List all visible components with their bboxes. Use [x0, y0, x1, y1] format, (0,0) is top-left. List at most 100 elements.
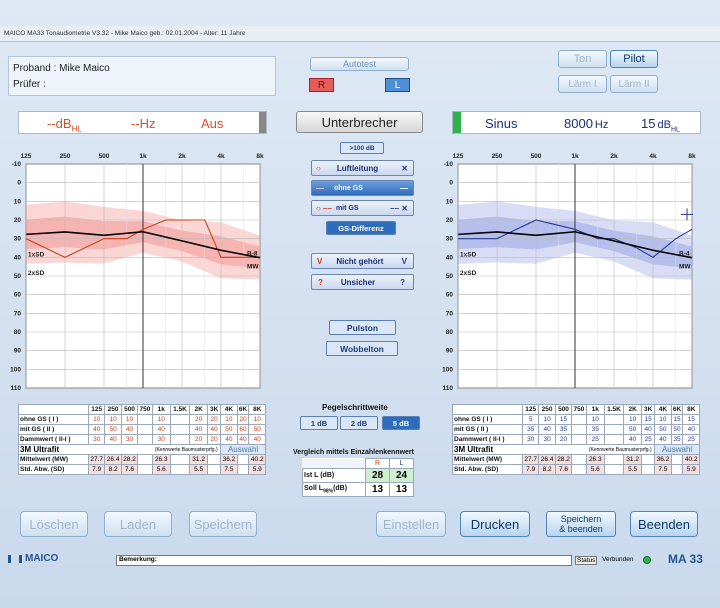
- loeschen-button[interactable]: Löschen: [20, 511, 88, 537]
- table-cell[interactable]: 50: [670, 424, 684, 435]
- table-cell[interactable]: 5: [521, 414, 540, 425]
- table-cell[interactable]: 35: [585, 424, 605, 435]
- table-cell[interactable]: 40: [538, 424, 556, 435]
- table-cell[interactable]: 35: [554, 424, 573, 435]
- table-cell[interactable]: [603, 414, 625, 425]
- speichern-button[interactable]: Speichern: [189, 511, 257, 537]
- table-cell[interactable]: 50: [654, 424, 672, 435]
- table-cell[interactable]: [137, 424, 153, 435]
- table-cell[interactable]: 40: [151, 424, 171, 435]
- table-cell[interactable]: [169, 434, 191, 445]
- right-ear-button[interactable]: R: [309, 78, 334, 92]
- table-cell[interactable]: 40: [248, 434, 266, 445]
- table-cell[interactable]: 10: [87, 414, 106, 425]
- table-cell[interactable]: 20: [207, 434, 222, 445]
- table-cell[interactable]: 10: [120, 414, 139, 425]
- table-cell[interactable]: 50: [623, 424, 643, 435]
- wobbelton-button[interactable]: Wobbelton: [326, 341, 398, 356]
- table-cell[interactable]: 25: [585, 434, 605, 445]
- table-cell[interactable]: [571, 414, 587, 425]
- table-cell[interactable]: 15: [554, 414, 573, 425]
- table-cell[interactable]: 30: [521, 434, 540, 445]
- table-cell[interactable]: 10: [538, 414, 556, 425]
- table-cell[interactable]: 10: [585, 414, 605, 425]
- table-cell[interactable]: 40: [236, 434, 250, 445]
- table-cell[interactable]: 50: [220, 424, 238, 435]
- bemerkung-field[interactable]: Bemerkung:: [116, 555, 572, 566]
- table-cell[interactable]: 50: [248, 424, 266, 435]
- table-cell[interactable]: [137, 414, 153, 425]
- step-1db-button[interactable]: 1 dB: [300, 416, 338, 430]
- table-cell[interactable]: 30: [120, 434, 139, 445]
- table-cell[interactable]: 10: [220, 414, 238, 425]
- table-cell[interactable]: 40: [682, 424, 700, 435]
- table-cell[interactable]: 25: [682, 434, 700, 445]
- left-ear-button[interactable]: L: [385, 78, 410, 92]
- laerm1-button[interactable]: Lärm I: [558, 75, 607, 93]
- table-cell[interactable]: 30: [151, 434, 171, 445]
- table-cell[interactable]: 15: [682, 414, 700, 425]
- table-cell[interactable]: 50: [104, 424, 122, 435]
- ton-button[interactable]: Ton: [558, 50, 607, 68]
- soll-unit: (dB): [333, 484, 348, 492]
- table-cell[interactable]: 15: [670, 414, 684, 425]
- table-cell[interactable]: 30: [538, 434, 556, 445]
- table-cell[interactable]: 20: [207, 414, 222, 425]
- table-cell[interactable]: [603, 434, 625, 445]
- table-cell[interactable]: 40: [207, 424, 222, 435]
- table-cell[interactable]: 35: [521, 424, 540, 435]
- table-cell[interactable]: 40: [623, 434, 643, 445]
- table-cell[interactable]: 20: [189, 414, 209, 425]
- table-cell[interactable]: [571, 434, 587, 445]
- ohne-gs-button[interactable]: — ohne GS —: [311, 180, 414, 196]
- step-2db-button[interactable]: 2 dB: [340, 416, 378, 430]
- table-cell[interactable]: 25: [641, 434, 656, 445]
- table-cell[interactable]: [571, 424, 587, 435]
- table-cell[interactable]: 20: [554, 434, 573, 445]
- table-cell[interactable]: 10: [151, 414, 171, 425]
- beenden-button[interactable]: Beenden: [630, 511, 698, 537]
- table-cell[interactable]: 40: [120, 424, 139, 435]
- speichern-beenden-button[interactable]: Speichern & beenden: [546, 511, 616, 537]
- left-ear-audiogram[interactable]: -10 0 10 20 30 40 50 60 70 80 90 100 110 125 250 500 1k 2…: [432, 148, 702, 395]
- table-cell[interactable]: 10: [654, 414, 672, 425]
- einstellen-button[interactable]: Einstellen: [376, 511, 446, 537]
- table-cell[interactable]: 40: [220, 434, 238, 445]
- table-cell[interactable]: [603, 424, 625, 435]
- table-cell[interactable]: 60: [236, 424, 250, 435]
- table-cell[interactable]: [169, 424, 191, 435]
- table-cell[interactable]: [137, 434, 153, 445]
- unterbrecher-button[interactable]: Unterbrecher: [296, 111, 423, 133]
- table-cell[interactable]: 20: [236, 414, 250, 425]
- table-cell[interactable]: 35: [670, 434, 684, 445]
- table-cell[interactable]: [169, 414, 191, 425]
- unsicher-button[interactable]: ? Unsicher ?: [311, 274, 414, 290]
- pulston-button[interactable]: Pulston: [329, 320, 396, 335]
- auswahl-button[interactable]: Auswahl: [654, 444, 700, 455]
- table-cell[interactable]: 40: [654, 434, 672, 445]
- over-100db-button[interactable]: >100 dB: [340, 142, 384, 154]
- right-ear-audiogram[interactable]: -10 0 10 20 30 40 50 60 70 80 90 100 110 125 250 500 1k 2…: [0, 148, 270, 395]
- pilot-button[interactable]: Pilot: [610, 50, 658, 68]
- autotest-button[interactable]: Autotest: [310, 57, 409, 71]
- luftleitung-button[interactable]: ○ Luftleitung ✕: [311, 160, 414, 176]
- mw-cell: 26.3: [585, 454, 605, 465]
- mit-gs-button[interactable]: ○ –– mit GS –– ✕: [311, 200, 414, 216]
- nicht-gehoert-button[interactable]: V Nicht gehört V: [311, 253, 414, 269]
- step-5db-button[interactable]: 5 dB: [382, 416, 420, 430]
- table-cell[interactable]: 15: [641, 414, 656, 425]
- gs-differenz-button[interactable]: GS-Differenz: [326, 221, 396, 235]
- table-cell[interactable]: 10: [248, 414, 266, 425]
- laden-button[interactable]: Laden: [104, 511, 172, 537]
- auswahl-button[interactable]: Auswahl: [220, 444, 266, 455]
- table-cell[interactable]: 40: [87, 424, 106, 435]
- table-cell[interactable]: 40: [189, 424, 209, 435]
- table-cell[interactable]: 30: [87, 434, 106, 445]
- table-cell[interactable]: 20: [189, 434, 209, 445]
- drucken-button[interactable]: Drucken: [460, 511, 530, 537]
- table-cell[interactable]: 40: [104, 434, 122, 445]
- table-cell[interactable]: 40: [641, 424, 656, 435]
- table-cell[interactable]: 10: [104, 414, 122, 425]
- laerm2-button[interactable]: Lärm II: [610, 75, 658, 93]
- table-cell[interactable]: 10: [623, 414, 643, 425]
